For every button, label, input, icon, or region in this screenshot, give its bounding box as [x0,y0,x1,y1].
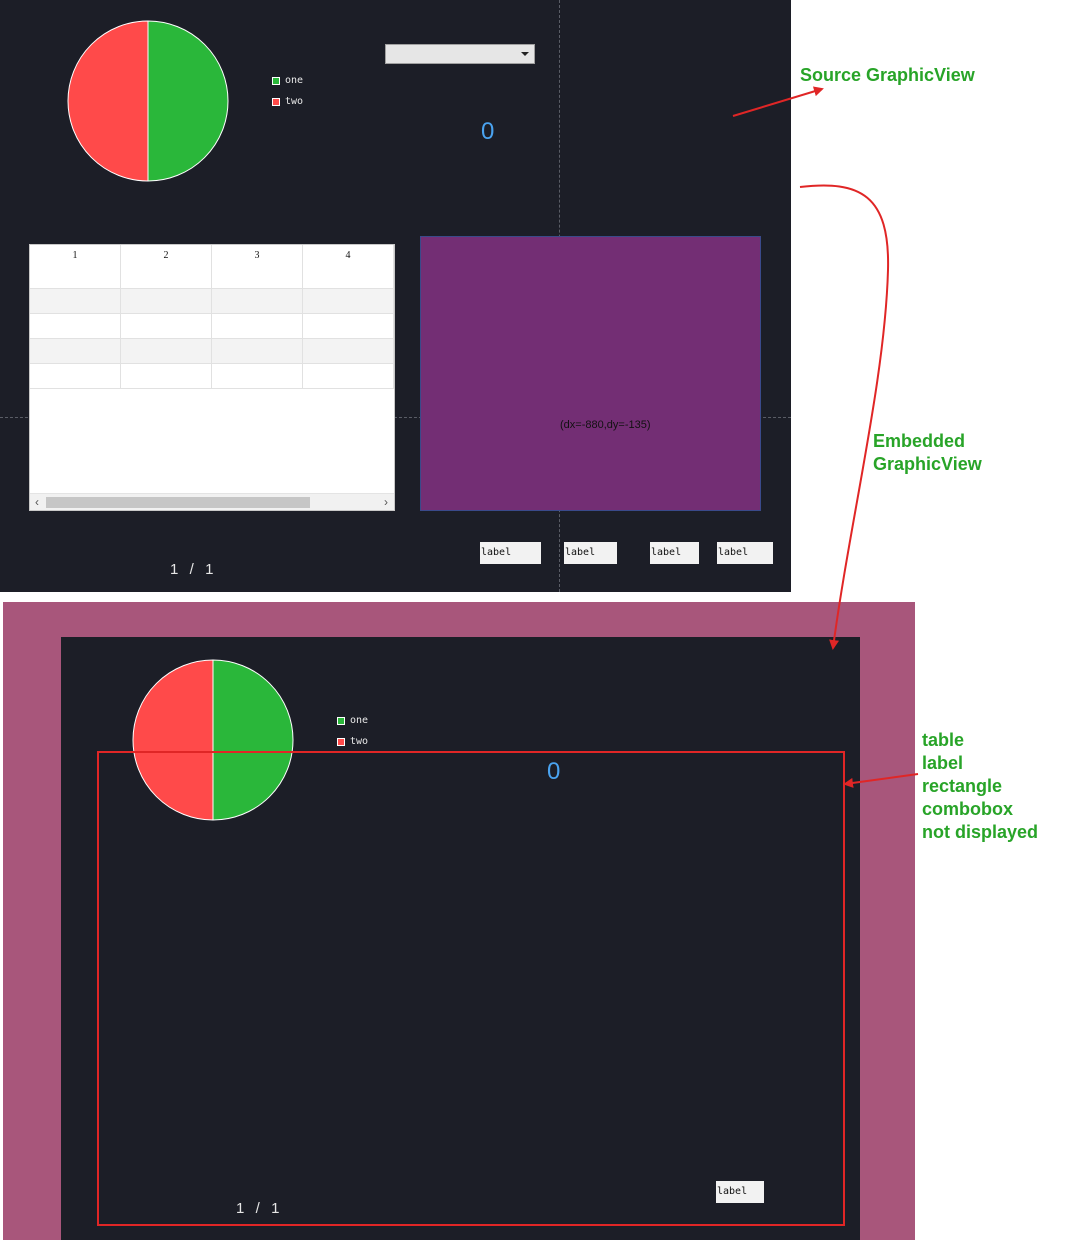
annotation-source: Source GraphicView [800,65,975,85]
annotation-missing-line: rectangle [922,776,1003,796]
annotation-missing-line: label [922,753,964,773]
annotation-embedded: Embedded GraphicView [873,430,982,476]
annotation-missing-line: combobox [922,799,1014,819]
arrow-to-red-box [843,773,919,788]
annotation-embedded-line1: Embedded [873,431,966,451]
annotation-missing-line: not displayed [922,822,1039,842]
annotation-missing: table label rectangle combobox not displ… [922,729,1038,844]
arrow-to-embedded [799,184,890,650]
annotation-arrows [732,86,919,788]
annotation-embedded-line2: GraphicView [873,454,982,474]
arrow-to-source [732,86,824,117]
annotation-missing-line: table [922,730,965,750]
